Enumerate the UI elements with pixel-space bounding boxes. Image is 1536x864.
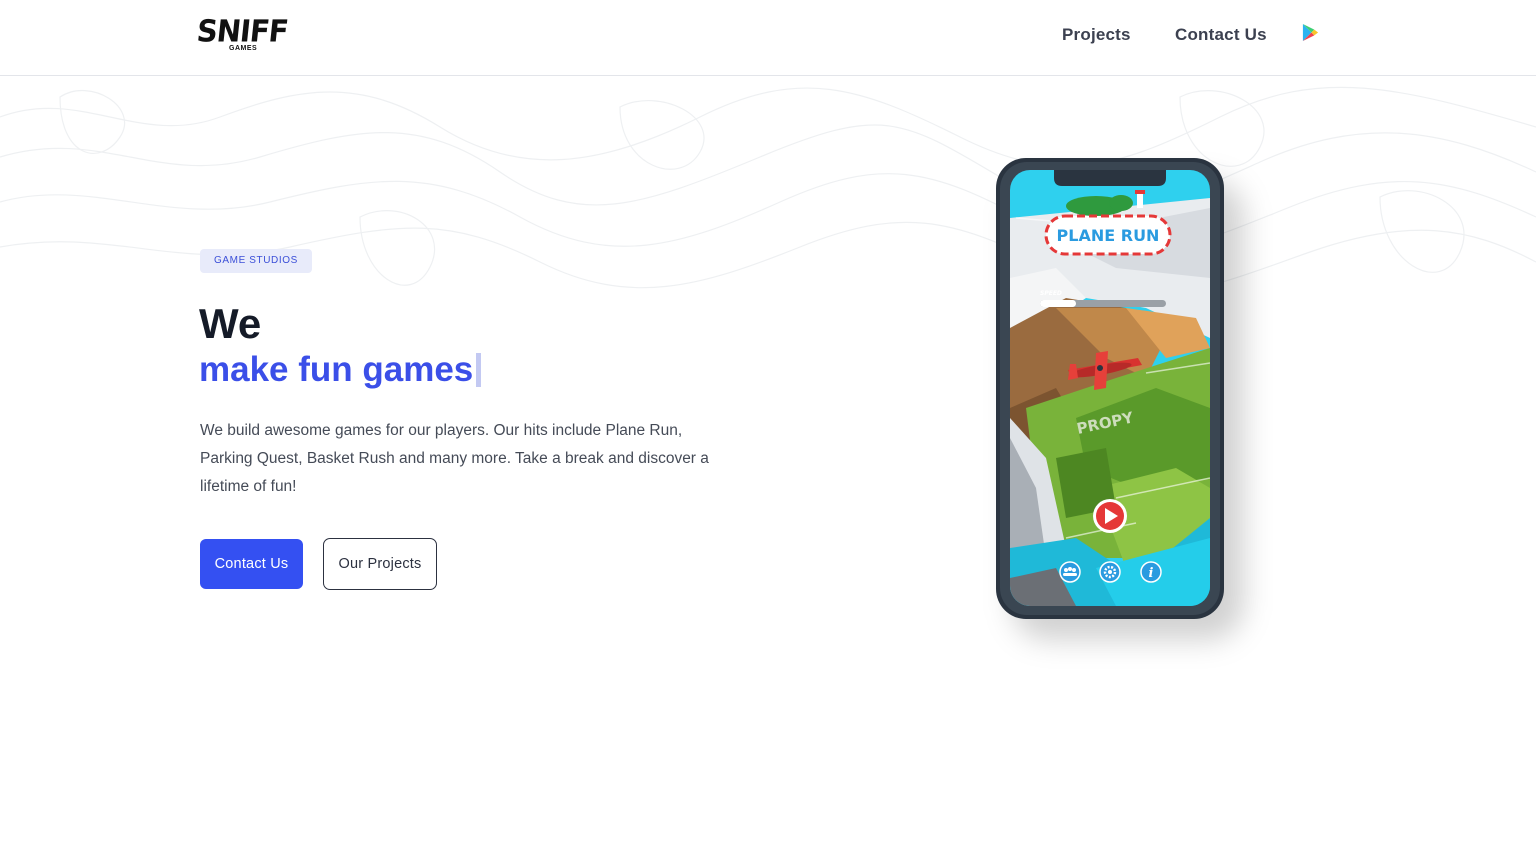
our-projects-button[interactable]: Our Projects xyxy=(323,538,437,590)
hero-heading-line2: make fun games xyxy=(199,350,482,390)
game-screenshot: PLANE RUN SPEED PROPY i xyxy=(1010,170,1210,606)
game-title-text: PLANE RUN xyxy=(1057,226,1160,245)
topographic-background xyxy=(0,86,1536,294)
svg-text:i: i xyxy=(1149,566,1154,581)
contact-us-button[interactable]: Contact Us xyxy=(200,539,303,589)
settings-icon[interactable] xyxy=(1099,561,1121,583)
speed-label: SPEED xyxy=(1040,290,1062,297)
team-icon[interactable] xyxy=(1059,561,1081,583)
site-header: SNIFF GAMES Projects Contact Us xyxy=(0,0,1536,76)
info-icon[interactable]: i xyxy=(1140,561,1162,583)
sniff-games-logo[interactable]: SNIFF GAMES xyxy=(195,13,290,56)
hero-heading-line1: We xyxy=(199,300,262,347)
phone-mockup: PLANE RUN SPEED PROPY i xyxy=(996,158,1224,619)
google-play-icon[interactable] xyxy=(1301,23,1320,42)
hero-description: We build awesome games for our players. … xyxy=(200,422,709,495)
play-icon[interactable] xyxy=(1093,499,1127,533)
nav-projects-link[interactable]: Projects xyxy=(1062,25,1131,45)
game-studios-badge: GAME STUDIOS xyxy=(200,249,312,273)
nav-contact-link[interactable]: Contact Us xyxy=(1175,25,1267,45)
logo-subtext: GAMES xyxy=(229,45,258,52)
logo-text: SNIFF xyxy=(195,13,290,49)
typing-caret xyxy=(476,353,482,387)
hero-typed-text: make fun games xyxy=(199,350,474,389)
